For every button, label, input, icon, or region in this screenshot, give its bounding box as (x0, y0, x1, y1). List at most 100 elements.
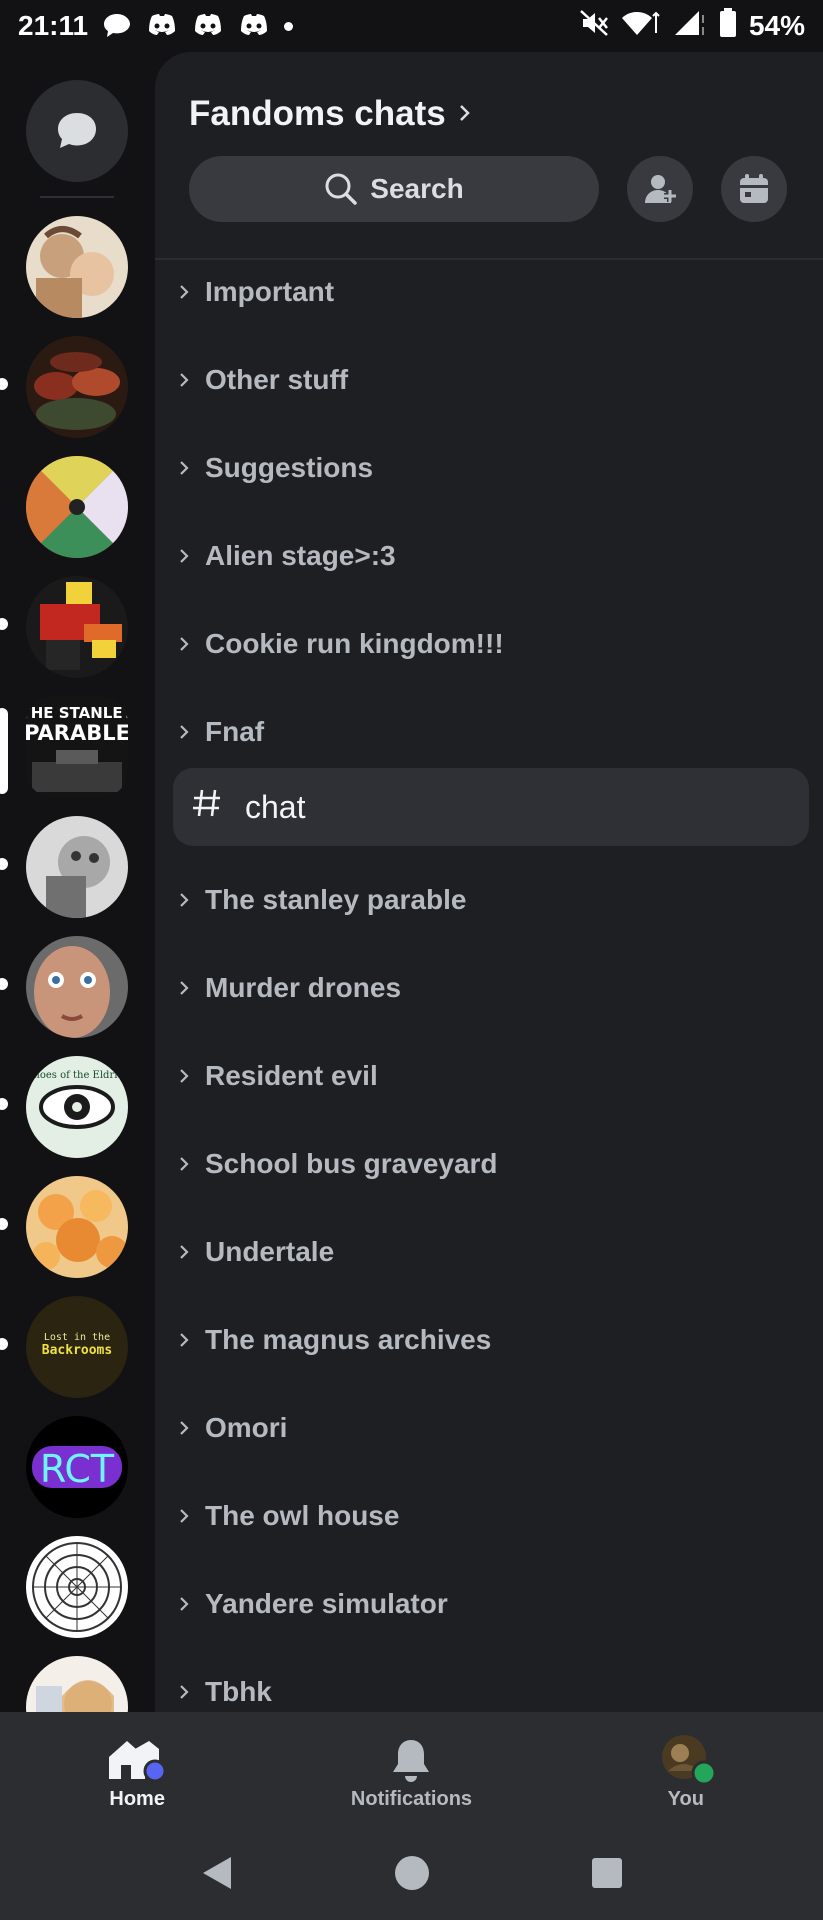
category-omori[interactable]: Omori (169, 1398, 287, 1458)
back-button[interactable] (199, 1853, 235, 1898)
server-icon[interactable] (26, 336, 128, 438)
server-title: Fandoms chats (189, 94, 446, 133)
nav-notifications[interactable]: Notifications (274, 1712, 548, 1830)
chevron-right-icon (169, 891, 199, 909)
nav-you[interactable]: You (549, 1712, 823, 1830)
category-label: The owl house (205, 1500, 400, 1531)
channel-panel: Fandoms chats Search Important Other stu… (155, 52, 823, 1712)
server-icon-text: PARABLE (26, 721, 128, 745)
invite-members-button[interactable] (627, 156, 693, 222)
chevron-right-icon (169, 1243, 199, 1261)
direct-messages-button[interactable] (26, 80, 128, 182)
category-label: Resident evil (205, 1060, 378, 1091)
chevron-right-icon (169, 1507, 199, 1525)
category-label: Cookie run kingdom!!! (205, 628, 504, 659)
mute-icon (579, 9, 609, 44)
home-icon (105, 1732, 169, 1788)
home-button[interactable] (392, 1853, 432, 1898)
category-label: The stanley parable (205, 884, 467, 915)
category-magnus-archives[interactable]: The magnus archives (169, 1310, 491, 1370)
chat-notification-icon (102, 12, 132, 40)
server-icon[interactable] (26, 1176, 128, 1278)
server-icon[interactable]: Lost in the Backrooms (26, 1296, 128, 1398)
more-notifications-dot-icon (284, 21, 294, 31)
panel-header: Fandoms chats Search (155, 52, 823, 260)
category-important[interactable]: Important (169, 262, 334, 322)
server-icon[interactable] (26, 1536, 128, 1638)
category-label: Suggestions (205, 452, 374, 483)
server-icon[interactable]: RCT (26, 1416, 128, 1518)
category-tbhk[interactable]: Tbhk (169, 1662, 272, 1712)
category-fnaf[interactable]: Fnaf (169, 702, 264, 762)
category-label: Undertale (205, 1236, 335, 1267)
server-icon-text: THE STANLEY (26, 704, 128, 722)
category-yandere-simulator[interactable]: Yandere simulator (169, 1574, 448, 1634)
server-icon-selected[interactable]: THE STANLEY PARABLE (26, 696, 128, 798)
user-avatar (654, 1732, 718, 1788)
unread-indicator (0, 978, 8, 990)
events-button[interactable] (721, 156, 787, 222)
unread-indicator (0, 858, 8, 870)
category-label: Alien stage>:3 (205, 540, 396, 571)
rail-divider (40, 196, 114, 198)
category-murder-drones[interactable]: Murder drones (169, 958, 401, 1018)
server-rail: THE STANLEY PARABLE Echoes of the Eldrit… (0, 52, 155, 1712)
category-undertale[interactable]: Undertale (169, 1222, 334, 1282)
server-icon[interactable] (26, 456, 128, 558)
calendar-icon (740, 174, 768, 203)
nav-home[interactable]: Home (0, 1712, 274, 1830)
recents-button[interactable] (589, 1855, 625, 1896)
chevron-right-icon (169, 1595, 199, 1613)
category-label: School bus graveyard (205, 1148, 498, 1179)
chevron-right-icon (169, 1331, 199, 1349)
channel-label: chat (245, 788, 306, 825)
unread-indicator (0, 1338, 8, 1350)
server-icon[interactable] (26, 576, 128, 678)
online-status-icon (691, 1760, 717, 1785)
category-stanley-parable[interactable]: The stanley parable (169, 870, 466, 930)
search-button[interactable]: Search (189, 156, 599, 222)
chevron-right-icon (169, 1683, 199, 1701)
category-school-bus-graveyard[interactable]: School bus graveyard (169, 1134, 498, 1194)
bottom-navigation: Home Notifications You (0, 1712, 823, 1830)
chevron-right-icon (169, 1419, 199, 1437)
chevron-right-icon (169, 371, 199, 389)
hashtag-icon (191, 786, 223, 829)
server-icon[interactable] (26, 936, 128, 1038)
recents-square-icon (591, 1857, 622, 1888)
battery-percent: 54% (748, 10, 805, 41)
selected-server-indicator (0, 708, 8, 794)
category-alien-stage[interactable]: Alien stage>:3 (169, 526, 396, 586)
server-icon-text: Echoes of the Eldritch (26, 1070, 128, 1081)
chevron-right-icon (169, 635, 199, 653)
battery-icon (719, 7, 737, 45)
server-icon[interactable]: Echoes of the Eldritch (26, 1056, 128, 1158)
chevron-right-icon (169, 283, 199, 301)
server-icon-text: Backrooms (42, 1343, 112, 1358)
unread-indicator (0, 618, 8, 630)
server-title-button[interactable]: Fandoms chats (189, 94, 472, 134)
server-icon[interactable] (26, 216, 128, 318)
category-label: Tbhk (205, 1676, 272, 1707)
category-other-stuff[interactable]: Other stuff (169, 350, 348, 410)
category-label: Fnaf (205, 716, 265, 747)
category-cookie-run[interactable]: Cookie run kingdom!!! (169, 614, 504, 674)
category-suggestions[interactable]: Suggestions (169, 438, 373, 498)
cell-signal-icon (673, 9, 707, 44)
chat-bubble-icon (58, 113, 96, 148)
category-resident-evil[interactable]: Resident evil (169, 1046, 378, 1106)
chevron-right-icon (169, 1067, 199, 1085)
channel-chat-selected[interactable]: chat (173, 768, 809, 846)
chevron-right-icon (169, 723, 199, 741)
discord-notification-icon (238, 13, 270, 39)
chevron-right-icon (169, 547, 199, 565)
status-bar: 21:11 54% (0, 0, 823, 52)
unread-indicator (0, 1098, 8, 1110)
category-label: Yandere simulator (205, 1588, 448, 1619)
search-icon (325, 173, 358, 205)
server-icon[interactable] (26, 816, 128, 918)
chevron-right-icon (458, 99, 472, 130)
nav-home-label: Home (109, 1787, 165, 1810)
category-owl-house[interactable]: The owl house (169, 1486, 399, 1546)
server-icon[interactable] (26, 1656, 128, 1712)
